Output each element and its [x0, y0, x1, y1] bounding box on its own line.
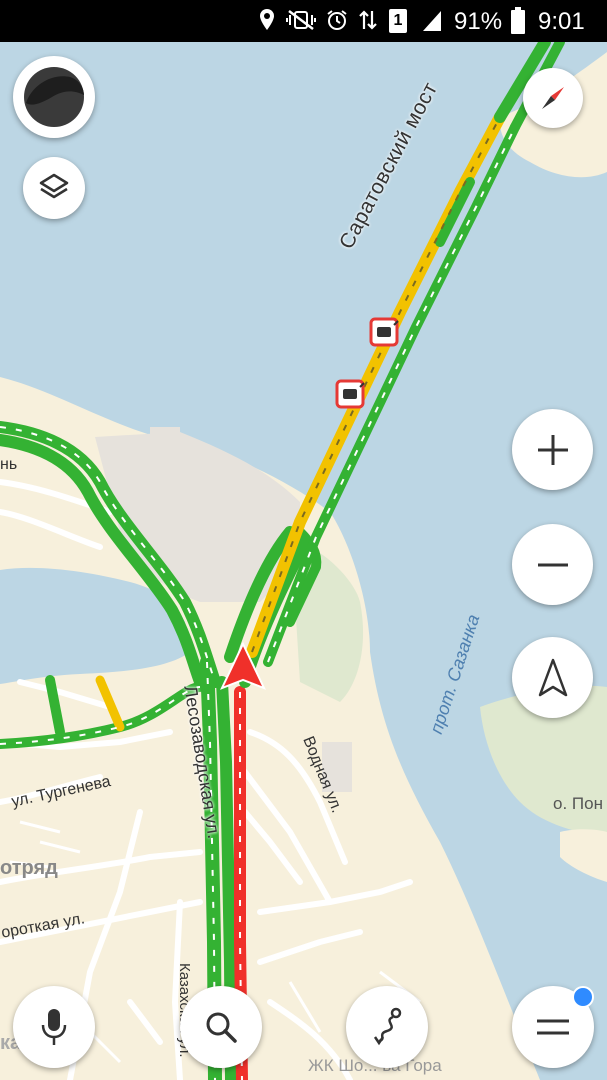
status-icons: [258, 8, 378, 32]
notification-badge: [572, 986, 594, 1008]
avatar: [24, 67, 84, 127]
voice-search-button[interactable]: [13, 986, 95, 1068]
search-icon: [206, 1012, 237, 1043]
status-bar: 1 91% 9:01: [0, 0, 607, 42]
island-label: о. Пон: [553, 794, 603, 813]
route-icon: [373, 1007, 402, 1046]
layers-button[interactable]: [23, 157, 85, 219]
sim-slot-label: 1: [393, 12, 403, 29]
my-location-button[interactable]: [512, 637, 593, 718]
partial-label-top: нь: [0, 456, 18, 473]
clock: 9:01: [538, 8, 585, 35]
layers-icon: [39, 173, 69, 199]
signal-icon: [421, 9, 443, 38]
zoom-in-button[interactable]: [512, 409, 593, 490]
data-transfer-icon: [358, 9, 378, 31]
compass-button[interactable]: [523, 68, 583, 128]
compass-icon: [542, 87, 564, 109]
incident-marker-1[interactable]: [369, 317, 399, 347]
plus-icon: [537, 434, 568, 465]
incident-marker-2[interactable]: [335, 379, 365, 409]
microphone-icon: [41, 1009, 67, 1045]
routes-button[interactable]: [346, 986, 428, 1068]
vibrate-mute-icon: [286, 9, 316, 31]
district-label: отряд: [0, 857, 58, 879]
alarm-icon: [326, 9, 348, 31]
battery-icon: [510, 7, 526, 40]
menu-icon: [537, 1019, 569, 1035]
profile-avatar-button[interactable]: [13, 56, 95, 138]
sim-card-icon: 1: [389, 9, 407, 33]
minus-icon: [537, 563, 568, 566]
location-icon: [258, 8, 276, 32]
zoom-out-button[interactable]: [512, 524, 593, 605]
navigation-arrow-icon: [538, 658, 567, 696]
battery-percent: 91%: [454, 8, 503, 35]
search-button[interactable]: [180, 986, 262, 1068]
